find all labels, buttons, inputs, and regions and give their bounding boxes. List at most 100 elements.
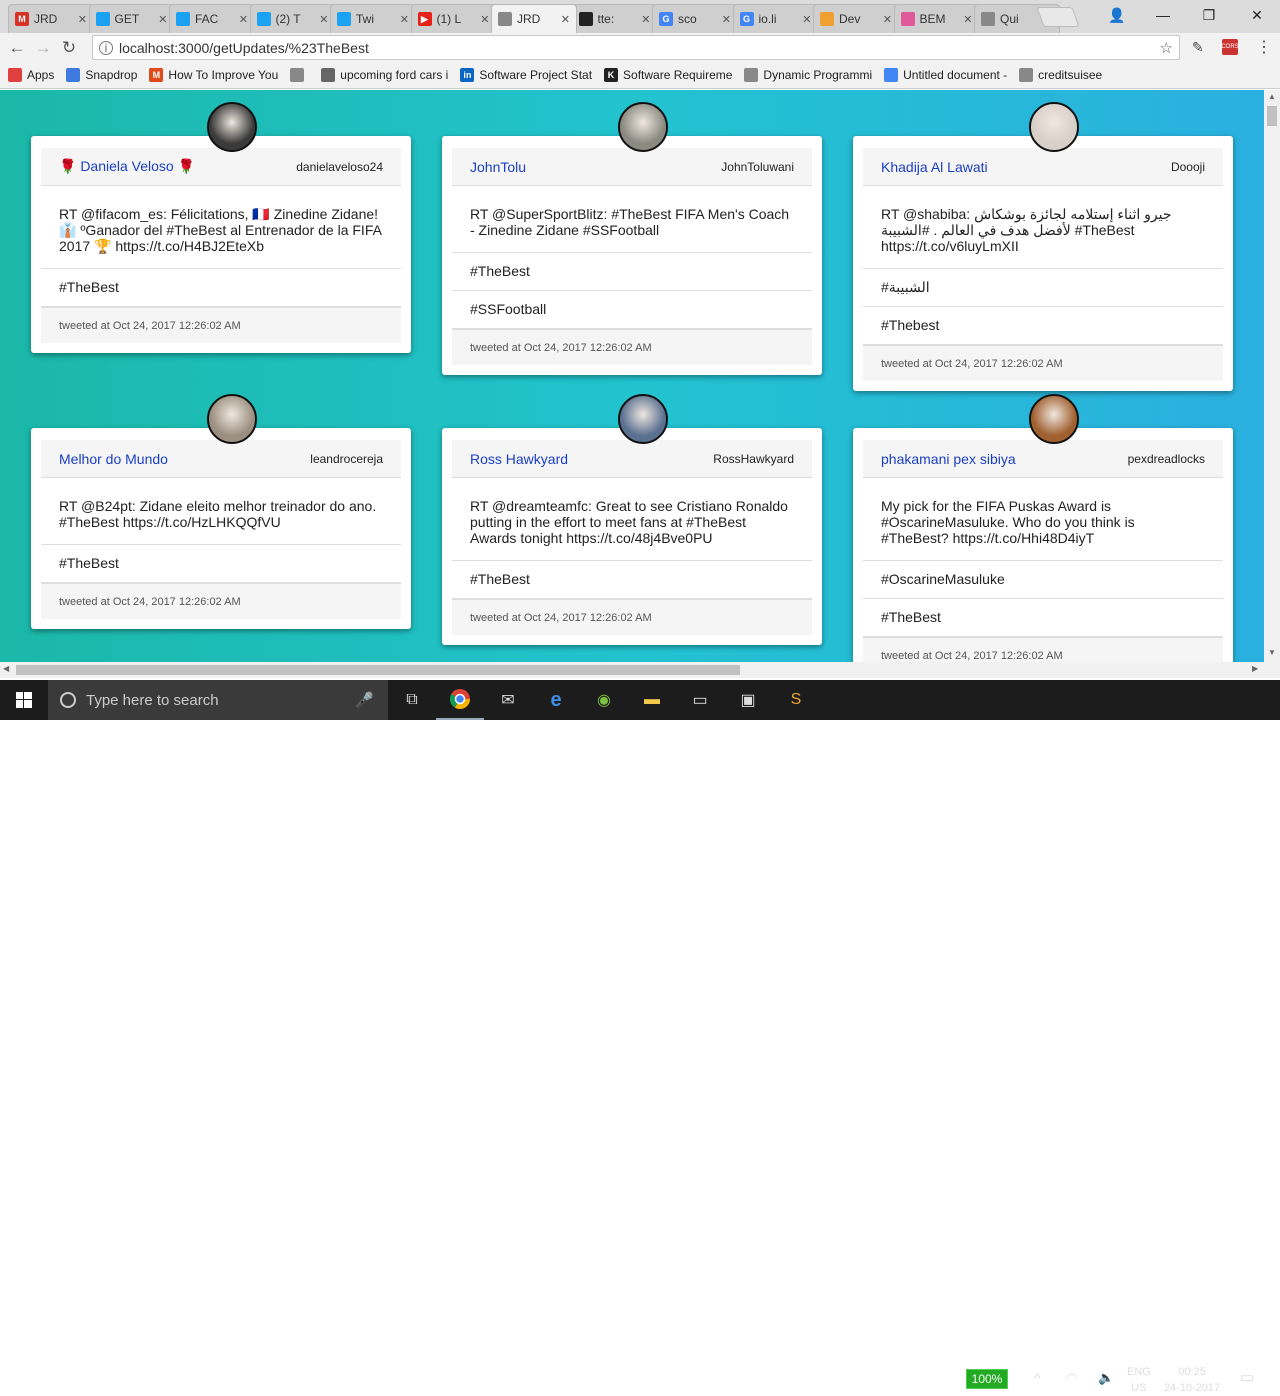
hashtag[interactable]: #Thebest: [863, 307, 1223, 345]
taskbar-search[interactable]: Type here to search 🎤: [48, 680, 388, 720]
bookmark-item[interactable]: M How To Improve You: [149, 68, 278, 82]
close-tab-icon[interactable]: ✕: [78, 13, 87, 26]
microphone-icon[interactable]: 🎤: [355, 691, 374, 709]
profile-icon[interactable]: 👤: [1094, 0, 1140, 30]
vertical-scrollbar[interactable]: ▲ ▼: [1264, 90, 1280, 662]
info-icon[interactable]: i: [99, 40, 113, 55]
hashtag[interactable]: #TheBest: [863, 599, 1223, 637]
minimize-button[interactable]: —: [1140, 0, 1186, 30]
hashtag[interactable]: #TheBest: [41, 269, 401, 307]
extension-icon[interactable]: ✎: [1192, 39, 1204, 56]
close-tab-icon[interactable]: ✕: [319, 13, 328, 26]
user-name[interactable]: Khadija Al Lawati: [881, 159, 988, 175]
windows-start-icon[interactable]: [0, 680, 48, 720]
tab[interactable]: FAC ✕: [169, 4, 255, 33]
back-icon[interactable]: ←: [4, 35, 30, 61]
close-window-button[interactable]: ✕: [1234, 0, 1280, 30]
close-tab-icon[interactable]: ✕: [561, 13, 570, 26]
forward-icon[interactable]: →: [30, 35, 56, 61]
close-tab-icon[interactable]: ✕: [158, 13, 167, 26]
tab-favicon-icon: ▶: [417, 12, 432, 26]
hashtag[interactable]: #TheBest: [452, 561, 812, 599]
user-name[interactable]: phakamani pex sibiya: [881, 451, 1016, 467]
clock[interactable]: 00:25 24-10-2017: [1162, 1364, 1222, 1396]
tab[interactable]: BEΜ ✕: [893, 4, 980, 33]
tweet-timestamp: tweeted at Oct 24, 2017 12:26:02 AM: [41, 307, 401, 343]
android-studio-icon[interactable]: ◉: [580, 680, 628, 720]
user-name[interactable]: Ross Hawkyard: [470, 451, 568, 467]
scroll-thumb[interactable]: [1267, 106, 1277, 126]
bookmark-item[interactable]: Dynamic Programmi: [744, 68, 872, 82]
user-name[interactable]: JohnTolu: [470, 159, 526, 175]
scroll-thumb[interactable]: [16, 665, 740, 675]
reload-icon[interactable]: ↻: [56, 35, 82, 61]
horizontal-scrollbar[interactable]: ◀ ▶: [0, 662, 1280, 678]
tab[interactable]: tte: ✕: [571, 4, 658, 33]
language-indicator[interactable]: ENG US: [1127, 1364, 1151, 1396]
file-explorer-icon[interactable]: ▬: [628, 680, 676, 720]
close-tab-icon[interactable]: ✕: [480, 13, 489, 26]
avatar[interactable]: [207, 102, 257, 152]
volume-icon[interactable]: 🔈: [1098, 1370, 1114, 1386]
hashtag[interactable]: #SSFootball: [452, 291, 812, 329]
tab-label: JRD: [34, 12, 58, 26]
menu-icon[interactable]: ⋮: [1256, 37, 1272, 57]
tweet-header: 🌹 Daniela Veloso 🌹 danielaveloso24: [41, 148, 401, 186]
cors-extension-icon[interactable]: CORS: [1221, 39, 1239, 55]
close-tab-icon[interactable]: ✕: [883, 13, 892, 26]
clock-time: 00:25: [1178, 1366, 1206, 1378]
bookmark-item[interactable]: upcoming ford cars i: [321, 68, 448, 82]
address-bar[interactable]: i localhost:3000/getUpdates/%23TheBest ☆: [92, 35, 1180, 60]
close-tab-icon[interactable]: ✕: [963, 13, 972, 26]
sublime-icon[interactable]: S: [772, 680, 820, 720]
tab[interactable]: ▶ (1) L ✕: [410, 4, 497, 33]
hashtag[interactable]: #OscarineMasuluke: [863, 561, 1223, 599]
close-tab-icon[interactable]: ✕: [400, 13, 409, 26]
wifi-icon[interactable]: ◠: [1066, 1370, 1077, 1386]
tab[interactable]: (2) T ✕: [249, 4, 336, 33]
bookmark-item[interactable]: Apps: [8, 68, 54, 82]
tab[interactable]: GET ✕: [88, 4, 175, 33]
hashtag[interactable]: #TheBest: [452, 253, 812, 291]
bookmark-item[interactable]: Snapdrop: [66, 68, 137, 82]
chrome-taskbar-icon[interactable]: [436, 680, 484, 720]
avatar[interactable]: [1029, 102, 1079, 152]
notifications-icon[interactable]: ▭: [1240, 1368, 1254, 1386]
user-name[interactable]: Melhor do Mundo: [59, 451, 168, 467]
mail-icon[interactable]: ✉: [484, 680, 532, 720]
bookmark-item[interactable]: creditsuisee: [1019, 68, 1102, 82]
close-tab-icon[interactable]: ✕: [239, 13, 248, 26]
task-view-icon[interactable]: ⧉: [388, 680, 436, 720]
tab[interactable]: Dev ✕: [813, 4, 899, 33]
photos-icon[interactable]: ▣: [724, 680, 772, 720]
bookmark-item[interactable]: in Software Project Stat: [460, 68, 592, 82]
tab[interactable]: M JRD ✕: [8, 4, 94, 33]
avatar[interactable]: [1029, 394, 1079, 444]
hashtag[interactable]: #TheBest: [41, 545, 401, 583]
close-tab-icon[interactable]: ✕: [641, 13, 650, 26]
edge-icon[interactable]: e: [532, 680, 580, 720]
bookmark-label: Dynamic Programmi: [763, 68, 873, 82]
tab-favicon-icon: M: [15, 12, 29, 26]
avatar[interactable]: [618, 102, 668, 152]
chevron-up-icon[interactable]: ^: [1034, 1370, 1041, 1386]
tab[interactable]: JRD ✕: [491, 4, 577, 33]
bookmark-icon: [744, 68, 759, 82]
maximize-button[interactable]: ❐: [1186, 0, 1232, 30]
terminal-icon[interactable]: ▭: [676, 680, 724, 720]
bookmark-item[interactable]: [290, 68, 309, 82]
avatar[interactable]: [207, 394, 257, 444]
hashtag[interactable]: #الشبيبة: [863, 269, 1223, 307]
bookmark-item[interactable]: Untitled document -: [884, 68, 1007, 82]
tab[interactable]: Twi ✕: [330, 4, 416, 33]
new-tab-button[interactable]: [1036, 7, 1080, 27]
close-tab-icon[interactable]: ✕: [802, 13, 811, 26]
close-tab-icon[interactable]: ✕: [722, 13, 731, 26]
bookmark-item[interactable]: K Software Requireme: [604, 68, 732, 82]
battery-indicator[interactable]: 100%: [966, 1369, 1008, 1389]
star-icon[interactable]: ☆: [1160, 39, 1173, 57]
user-name[interactable]: 🌹 Daniela Veloso 🌹: [59, 158, 195, 175]
tab[interactable]: Gsco ✕: [652, 4, 738, 33]
tab[interactable]: Gio.li ✕: [732, 4, 819, 33]
avatar[interactable]: [618, 394, 668, 444]
